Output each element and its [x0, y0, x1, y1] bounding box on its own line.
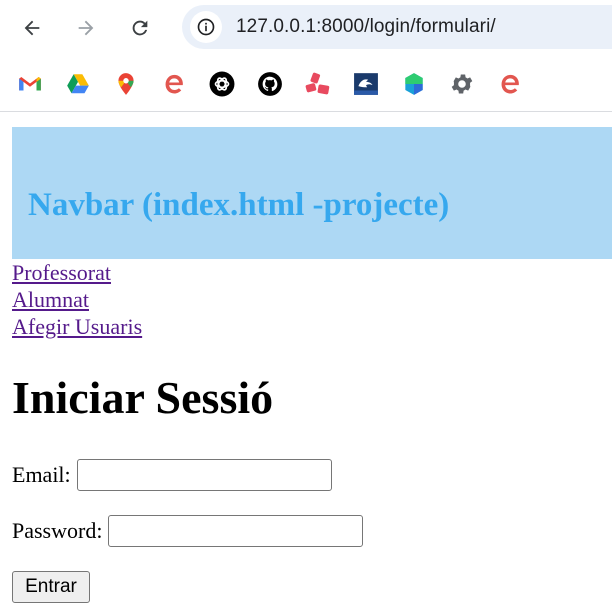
bookmark-github[interactable]: [256, 70, 284, 98]
link-afegir-usuaris[interactable]: Afegir Usuaris: [12, 313, 142, 340]
link-alumnat[interactable]: Alumnat: [12, 286, 142, 313]
bookmark-e-site-2[interactable]: [496, 70, 524, 98]
email-field[interactable]: [76, 459, 332, 491]
password-row: Password:: [12, 515, 364, 547]
page-content: Navbar (index.html -projecte) Professora…: [0, 113, 612, 615]
gear-icon: [451, 74, 473, 94]
password-field[interactable]: [108, 515, 364, 547]
browser-toolbar: 127.0.0.1:8000/login/formulari/: [0, 0, 612, 56]
link-professorat[interactable]: Professorat: [12, 259, 142, 286]
email-row: Email:: [12, 459, 332, 491]
password-label: Password:: [12, 518, 103, 543]
address-bar[interactable]: 127.0.0.1:8000/login/formulari/: [182, 5, 612, 49]
site-info-icon: [197, 18, 215, 36]
navbar: Navbar (index.html -projecte): [12, 127, 612, 259]
navbar-title: Navbar (index.html -projecte): [28, 187, 450, 223]
reload-icon: [132, 20, 148, 36]
e-logo-icon: [501, 74, 519, 94]
blue-square-logo-icon: [354, 73, 378, 95]
google-maps-icon: [118, 73, 134, 95]
email-label: Email:: [12, 462, 71, 487]
green-blue-hexagon-icon: [405, 73, 423, 95]
bookmark-e-site[interactable]: [160, 70, 188, 98]
bookmark-google-drive[interactable]: [64, 70, 92, 98]
url-text[interactable]: 127.0.0.1:8000/login/formulari/: [236, 16, 496, 38]
forward-button[interactable]: [68, 10, 104, 46]
nav-links: Professorat Alumnat Afegir Usuaris: [12, 259, 142, 340]
forward-arrow-icon: [78, 20, 94, 36]
github-icon: [258, 72, 282, 96]
bookmark-red-shapes[interactable]: [304, 70, 332, 98]
bookmark-hexagon[interactable]: [400, 70, 428, 98]
submit-button[interactable]: Entrar: [12, 571, 90, 603]
reload-button[interactable]: [122, 10, 158, 46]
bookmark-blue-square[interactable]: [352, 70, 380, 98]
page-title: Iniciar Sessió: [12, 372, 274, 423]
bookmarks-bar: [0, 56, 612, 112]
e-logo-icon: [165, 74, 183, 94]
back-arrow-icon: [24, 20, 40, 36]
back-button[interactable]: [14, 10, 50, 46]
bookmark-settings[interactable]: [448, 70, 476, 98]
openai-icon: [209, 71, 235, 97]
gmail-icon: [19, 76, 41, 91]
bookmark-google-maps[interactable]: [112, 70, 140, 98]
bookmark-openai[interactable]: [208, 70, 236, 98]
google-drive-icon: [67, 74, 89, 94]
red-shapes-icon: [305, 72, 330, 95]
site-info-button[interactable]: [190, 11, 222, 43]
bookmark-gmail[interactable]: [16, 70, 44, 98]
